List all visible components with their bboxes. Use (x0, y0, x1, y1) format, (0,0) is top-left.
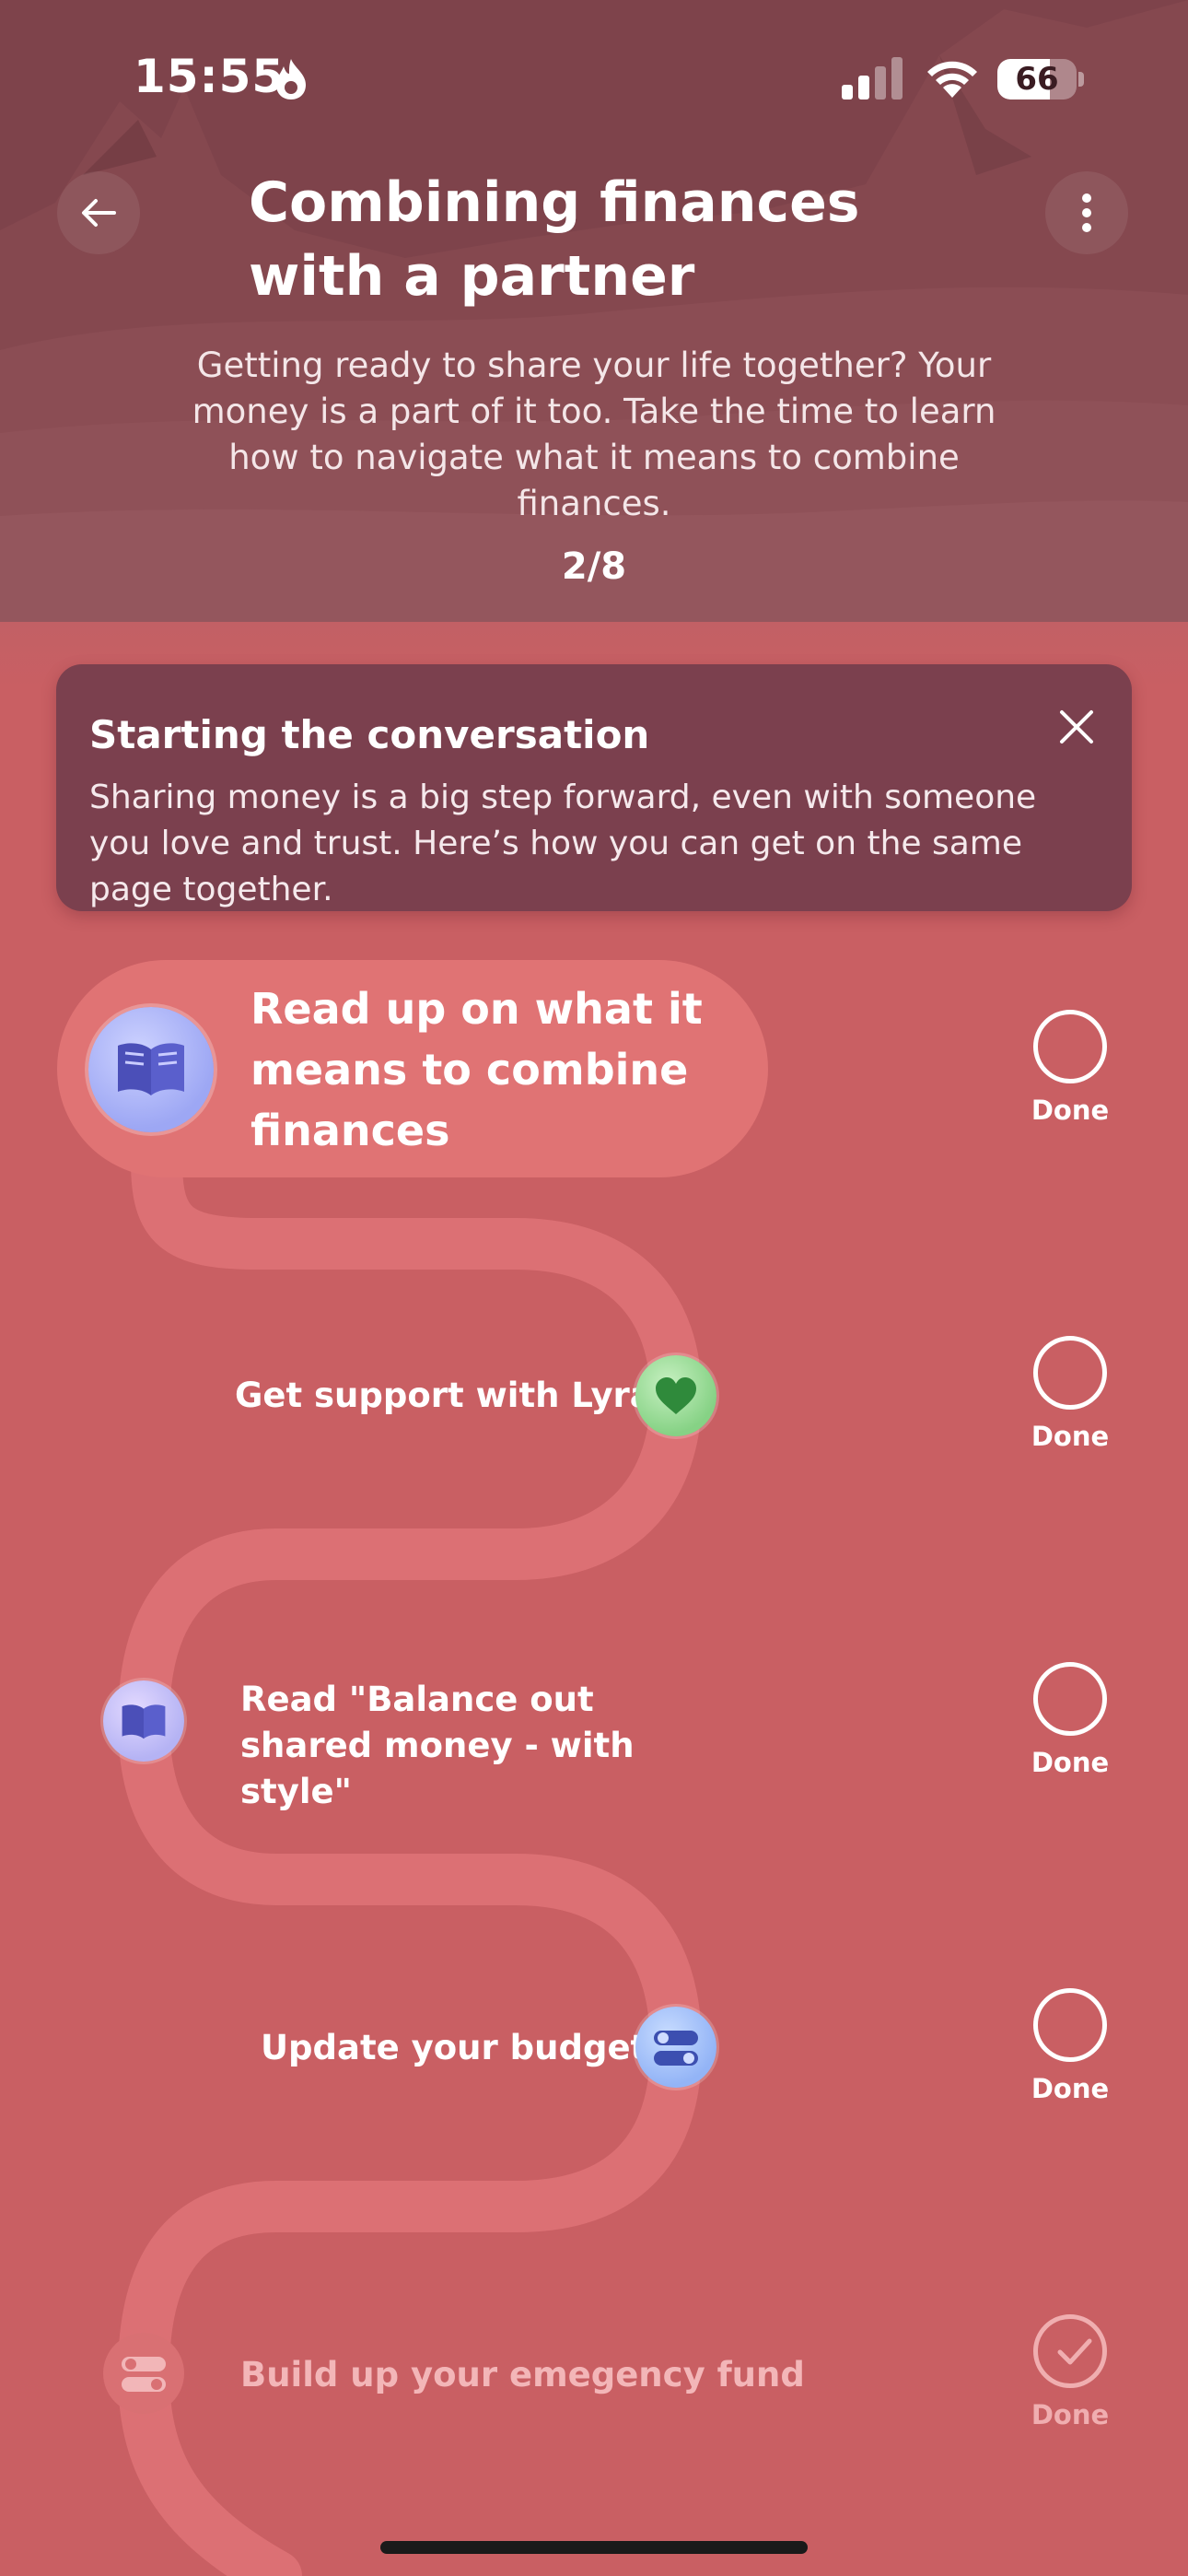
done-checkbox[interactable] (1033, 1662, 1107, 1736)
done-checkbox[interactable] (1033, 1988, 1107, 2062)
done-label: Done (1031, 1747, 1110, 1778)
step-icon (635, 1355, 716, 1436)
done-toggle[interactable]: Done (1008, 1662, 1137, 1800)
step-label[interactable]: Update your budget (261, 2025, 646, 2071)
step-icon (635, 2007, 716, 2088)
step-label[interactable]: Build up your emegency fund (240, 2352, 805, 2398)
step-label: Read up on what it means to combine fina… (250, 984, 703, 1155)
done-toggle[interactable]: Done (1008, 2314, 1137, 2453)
heart-icon (656, 1377, 696, 1414)
step-icon (88, 1007, 214, 1132)
done-checkbox[interactable] (1033, 1336, 1107, 1410)
done-checkbox[interactable] (1033, 2314, 1107, 2388)
toggles-icon (122, 2357, 166, 2392)
toggles-icon (654, 2031, 698, 2066)
book-icon (118, 1043, 184, 1095)
journey-path (117, 1135, 703, 2576)
home-indicator (380, 2541, 808, 2554)
step-label[interactable]: Get support with Lyra (235, 1373, 653, 1419)
done-label: Done (1031, 2399, 1110, 2430)
step-label[interactable]: Read "Balance out shared money - with st… (240, 1677, 719, 1815)
done-label: Done (1031, 2073, 1110, 2104)
done-checkbox[interactable] (1033, 1010, 1107, 1083)
checkmark-icon (1057, 2338, 1092, 2365)
done-label: Done (1031, 1421, 1110, 1452)
step-icon (103, 1680, 184, 1762)
done-label: Done (1031, 1095, 1110, 1126)
step-icon (103, 2333, 184, 2414)
book-icon (122, 1704, 166, 1739)
done-toggle[interactable]: Done (1008, 1336, 1137, 1474)
done-toggle[interactable]: Done (1008, 1010, 1137, 1148)
done-toggle[interactable]: Done (1008, 1988, 1137, 2126)
